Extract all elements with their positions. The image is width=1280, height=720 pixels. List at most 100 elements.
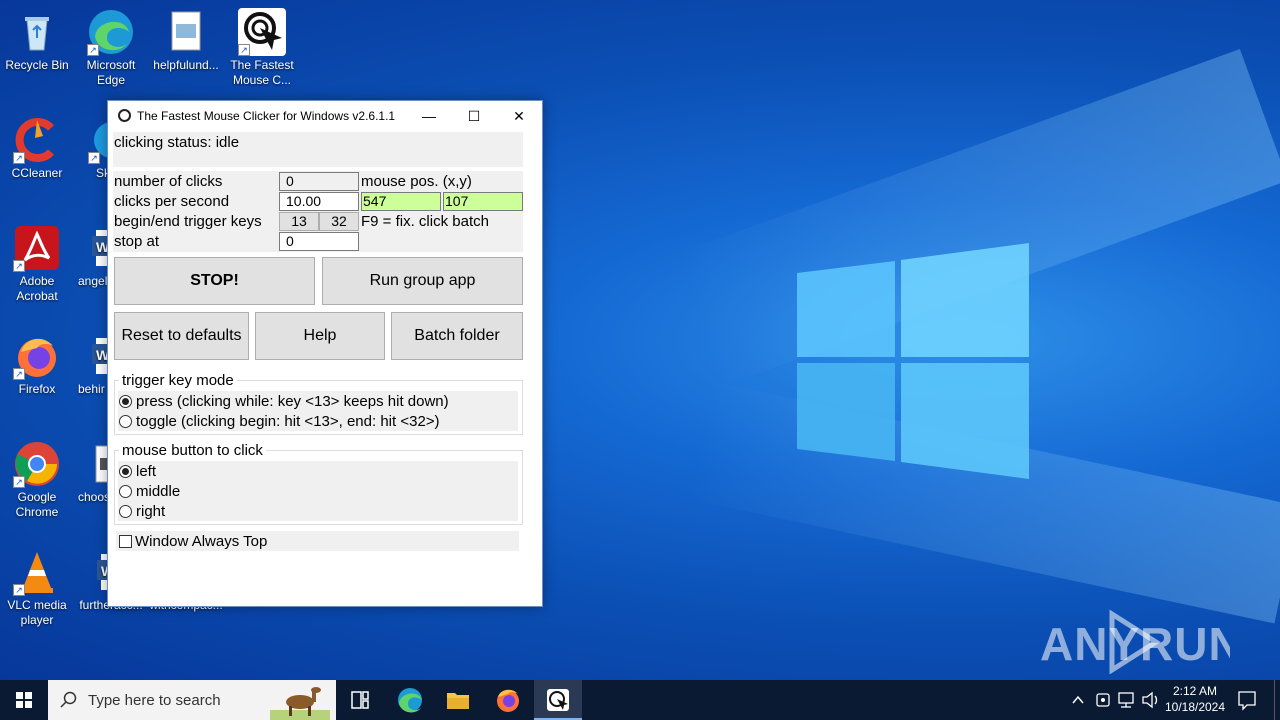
windows-logo-icon: [797, 243, 1029, 479]
anyrun-logo-icon: ANY RUN: [1040, 609, 1242, 675]
search-highlight-image: [270, 687, 330, 720]
desktop-icon-chrome[interactable]: ↗ Google Chrome: [0, 440, 74, 520]
window-titlebar[interactable]: The Fastest Mouse Clicker for Windows v2…: [108, 101, 542, 131]
clicks-per-second-label: clicks per second: [114, 193, 230, 210]
status-panel: clicking status: idle: [113, 132, 523, 167]
word-doc-icon: W: [88, 332, 108, 380]
trigger-keys-label: begin/end trigger keys: [114, 213, 262, 230]
desktop-icon-label: angel: [78, 274, 108, 288]
show-desktop-button[interactable]: [1274, 680, 1280, 720]
taskbar-edge[interactable]: [386, 680, 434, 720]
reset-defaults-button[interactable]: Reset to defaults: [114, 312, 249, 360]
desktop-icon-acrobat[interactable]: ↗ Adobe Acrobat: [0, 224, 74, 304]
desktop-icon-label: Recycle Bin: [5, 58, 69, 72]
app-cursor-icon: [118, 109, 131, 122]
start-button[interactable]: [0, 680, 48, 720]
action-center-button[interactable]: [1232, 680, 1262, 720]
taskbar-mouse-clicker[interactable]: [534, 680, 582, 720]
run-group-app-button[interactable]: Run group app: [322, 257, 523, 305]
desktop-icon-angel[interactable]: W angel: [74, 224, 108, 289]
mouse-button-right-radio[interactable]: [119, 505, 132, 518]
file-icon: [88, 440, 108, 488]
image-file-icon: [162, 8, 210, 56]
mouse-button-middle-radio[interactable]: [119, 485, 132, 498]
desktop-icon-label: Microsoft Edge: [86, 58, 136, 87]
desktop-icon-vlc[interactable]: ↗ VLC media player: [0, 548, 74, 628]
trigger-begin-key-button[interactable]: 13: [279, 212, 319, 231]
device-icon: [1096, 693, 1110, 707]
desktop-icon-edge[interactable]: ↗ Microsoft Edge: [74, 8, 148, 88]
folder-icon: [447, 693, 469, 709]
taskbar-search-box[interactable]: Type here to search: [48, 680, 336, 720]
mouse-button-left-radio[interactable]: [119, 465, 132, 478]
desktop-icon-mouse-clicker[interactable]: ↗ The Fastest Mouse C...: [225, 8, 299, 88]
ccleaner-icon: ↗: [13, 116, 61, 164]
mouse-x-field: 547: [361, 192, 441, 211]
skype-icon: ↗: [88, 116, 108, 164]
tray-network-button[interactable]: [1116, 680, 1138, 720]
always-top-checkbox[interactable]: [119, 535, 132, 548]
taskbar-firefox[interactable]: [484, 680, 532, 720]
firefox-icon: [497, 689, 519, 712]
mouse-pos-label: mouse pos. (x,y): [361, 173, 472, 190]
batch-folder-button[interactable]: Batch folder: [391, 312, 523, 360]
stop-button[interactable]: STOP!: [114, 257, 315, 305]
edge-icon: [398, 688, 422, 713]
close-button[interactable]: ✕: [496, 101, 542, 131]
speaker-icon: [1142, 691, 1158, 709]
desktop-icon-label: Google Chrome: [15, 490, 59, 519]
help-button[interactable]: Help: [255, 312, 385, 360]
desktop-icon-label: The Fastest Mouse C...: [230, 58, 294, 87]
clicks-per-second-input[interactable]: 10.00: [279, 192, 359, 211]
desktop-icon-behir[interactable]: W behir: [74, 332, 108, 397]
edge-icon: ↗: [87, 8, 135, 56]
mouse-button-legend: mouse button to click: [119, 442, 266, 459]
anyrun-watermark: ANY RUN: [1040, 608, 1242, 685]
stop-at-input[interactable]: 0: [279, 232, 359, 251]
mouse-button-right-label: right: [136, 503, 166, 520]
tray-date: 10/18/2024: [1164, 700, 1226, 714]
desktop-icon-label: helpfulund...: [153, 58, 219, 72]
trigger-end-key-button[interactable]: 32: [319, 212, 359, 231]
minimize-button[interactable]: —: [406, 101, 452, 131]
desktop-icon-choos[interactable]: choos: [74, 440, 108, 505]
taskbar: Type here to search 2:12 AM 10/18/2024: [0, 680, 1280, 720]
trigger-mode-toggle-label: toggle (clicking begin: hit <13>, end: h…: [136, 413, 440, 430]
search-placeholder: Type here to search: [88, 692, 221, 709]
desktop-icon-label: Firefox: [18, 382, 56, 396]
recycle-bin-icon: [13, 8, 61, 56]
always-top-label: Window Always Top: [135, 533, 268, 550]
search-icon: [60, 691, 77, 708]
desktop-icon-firefox[interactable]: ↗ Firefox: [0, 332, 74, 397]
taskbar-file-explorer[interactable]: [434, 680, 482, 720]
desktop-icon-helpfulund[interactable]: helpfulund...: [149, 8, 223, 73]
chrome-icon: ↗: [13, 440, 61, 488]
trigger-mode-press-radio[interactable]: [119, 395, 132, 408]
tray-device-button[interactable]: [1092, 680, 1114, 720]
trigger-mode-toggle-radio[interactable]: [119, 415, 132, 428]
mouse-y-field: 107: [443, 192, 523, 211]
tray-clock[interactable]: 2:12 AM 10/18/2024: [1162, 680, 1228, 720]
desktop-icon-label: Sk: [96, 166, 108, 180]
f9-hint: F9 = fix. click batch: [361, 213, 489, 230]
tray-time: 2:12 AM: [1172, 684, 1218, 698]
desktop-icon-ccleaner[interactable]: ↗ CCleaner: [0, 116, 74, 181]
task-view-icon: [351, 691, 369, 709]
window-title: The Fastest Mouse Clicker for Windows v2…: [137, 109, 396, 123]
word-doc-icon: W: [88, 224, 108, 272]
desktop-icon-skype[interactable]: ↗ Sk: [74, 116, 108, 181]
number-of-clicks-field[interactable]: 0: [279, 172, 359, 191]
mouse-clicker-window: The Fastest Mouse Clicker for Windows v2…: [107, 100, 543, 607]
acrobat-icon: ↗: [13, 224, 61, 272]
desktop-icon-label: VLC media player: [7, 598, 67, 627]
task-view-button[interactable]: [336, 680, 384, 720]
svg-text:RUN: RUN: [1140, 618, 1230, 670]
mouse-button-middle-label: middle: [136, 483, 181, 500]
maximize-button[interactable]: ☐: [451, 101, 497, 131]
network-icon: [1118, 692, 1134, 708]
desktop-icon-recycle-bin[interactable]: Recycle Bin: [0, 8, 74, 73]
tray-overflow-button[interactable]: [1068, 680, 1088, 720]
vlc-icon: ↗: [13, 548, 61, 596]
tray-volume-button[interactable]: [1140, 680, 1162, 720]
mouse-button-left-label: left: [136, 463, 157, 480]
